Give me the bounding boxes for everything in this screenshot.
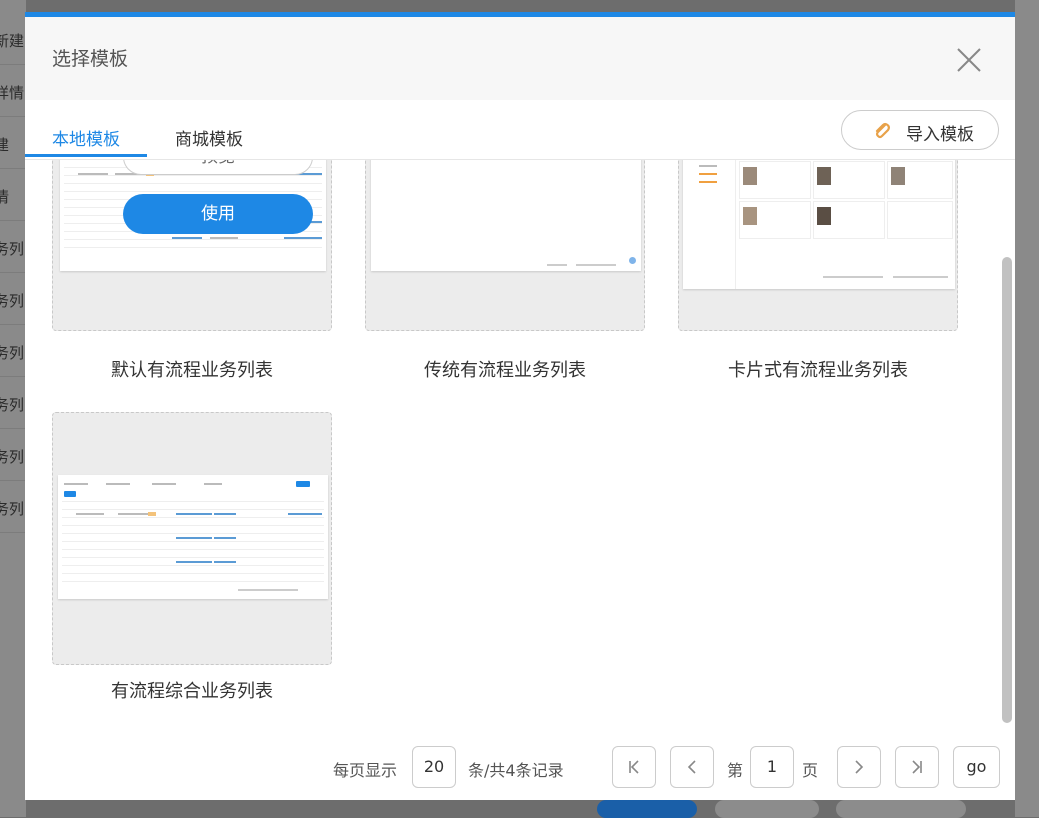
background-row-divider bbox=[0, 64, 26, 65]
template-card-comprehensive[interactable] bbox=[52, 412, 332, 665]
next-page-button[interactable] bbox=[837, 746, 881, 788]
background-row-divider bbox=[0, 480, 26, 481]
background-row-divider bbox=[0, 272, 26, 273]
per-page-input[interactable]: 20 bbox=[412, 746, 456, 788]
template-thumbnail bbox=[58, 475, 328, 599]
template-thumbnail bbox=[371, 160, 641, 271]
page-suffix-label: 页 bbox=[802, 761, 819, 780]
background-row-divider bbox=[0, 532, 26, 533]
background-secondary-button bbox=[715, 800, 819, 818]
template-card-cardstyle[interactable] bbox=[678, 160, 958, 331]
preview-button[interactable]: 预览 bbox=[123, 160, 313, 175]
prev-page-button[interactable] bbox=[670, 746, 714, 788]
vertical-scrollbar[interactable] bbox=[1002, 257, 1012, 723]
template-card-default[interactable]: 预览 使用 bbox=[52, 160, 332, 331]
background-primary-button bbox=[597, 800, 697, 818]
background-page-left: 新建 详情 建 情 务列 务列 务列 务列 务列 务列 bbox=[0, 0, 26, 817]
chevron-right-icon bbox=[855, 760, 864, 774]
template-name: 默认有流程业务列表 bbox=[111, 360, 273, 381]
template-name: 传统有流程业务列表 bbox=[424, 360, 586, 381]
template-tabs: 本地模板 商城模板 导入模板 bbox=[25, 100, 1015, 160]
first-page-button[interactable] bbox=[612, 746, 656, 788]
background-row-divider bbox=[0, 428, 26, 429]
page-prefix-label: 第 bbox=[727, 761, 744, 780]
tab-local-templates[interactable]: 本地模板 bbox=[52, 125, 120, 150]
pagination-bar: 每页显示 20 条/共4条记录 第 1 页 go bbox=[25, 737, 1015, 797]
close-button[interactable] bbox=[955, 46, 983, 74]
import-template-label: 导入模板 bbox=[906, 125, 974, 145]
chevron-left-icon bbox=[687, 760, 696, 774]
template-name: 卡片式有流程业务列表 bbox=[728, 360, 908, 381]
close-icon bbox=[957, 48, 981, 72]
background-row-divider bbox=[0, 116, 26, 117]
go-button[interactable]: go bbox=[953, 746, 1000, 788]
last-page-button[interactable] bbox=[895, 746, 939, 788]
background-row-divider bbox=[0, 168, 26, 169]
background-row-divider bbox=[0, 324, 26, 325]
record-summary: 条/共4条记录 bbox=[468, 761, 564, 780]
dialog-title: 选择模板 bbox=[52, 48, 129, 70]
background-page-right bbox=[1015, 0, 1039, 817]
background-row-divider bbox=[0, 376, 26, 377]
background-secondary-button bbox=[836, 800, 966, 818]
template-dialog: 选择模板 本地模板 商城模板 导入模板 使用 默认有流程业务列表 传统有流程业务… bbox=[25, 12, 1015, 800]
paperclip-icon bbox=[875, 122, 890, 139]
per-page-label: 每页显示 bbox=[333, 761, 398, 780]
template-grid: 预览 使用 默认有流程业务列表 传统有流程业务列表 bbox=[25, 160, 1015, 732]
template-thumbnail bbox=[683, 160, 955, 289]
last-page-icon bbox=[912, 760, 922, 774]
first-page-icon bbox=[629, 760, 639, 774]
page-number-input[interactable]: 1 bbox=[750, 746, 794, 788]
use-template-button[interactable]: 使用 bbox=[123, 194, 313, 234]
template-name: 有流程综合业务列表 bbox=[111, 681, 273, 702]
dialog-header: 选择模板 bbox=[25, 17, 1015, 100]
import-template-button[interactable]: 导入模板 bbox=[841, 110, 999, 150]
tab-mall-templates[interactable]: 商城模板 bbox=[175, 125, 243, 150]
background-row-divider bbox=[0, 220, 26, 221]
template-card-traditional[interactable] bbox=[365, 160, 645, 331]
active-tab-indicator bbox=[25, 154, 147, 157]
